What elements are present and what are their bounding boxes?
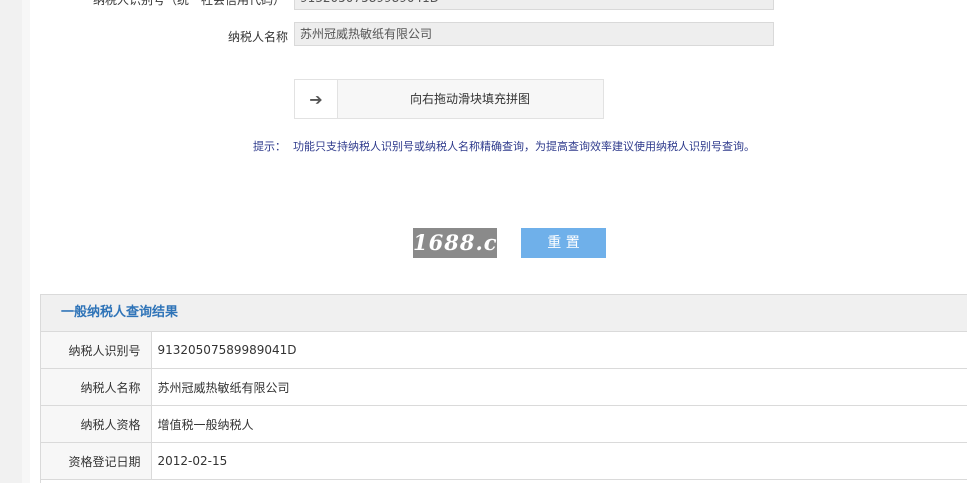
reset-button[interactable]: 重 置 (521, 228, 606, 258)
result-table: 纳税人识别号 91320507589989041D 纳税人名称 苏州冠威热敏纸有… (41, 332, 967, 480)
row-key: 资格登记日期 (41, 442, 152, 480)
row-key: 纳税人识别号 (41, 332, 152, 369)
arrow-right-icon: ➔ (309, 89, 323, 109)
taxpayer-name-input[interactable]: 苏州冠威热敏纸有限公司 (294, 22, 774, 46)
slider-handle[interactable]: ➔ (295, 80, 338, 118)
left-margin-shade (22, 0, 30, 483)
taxpayer-id-input[interactable]: 91320507589989041D (294, 0, 774, 10)
hint-label: 提示： (253, 140, 286, 153)
row-value: 增值税一般纳税人 (151, 405, 967, 443)
taxpayer-id-label: 纳税人识别号（统一社会信用代码） (92, 0, 285, 7)
row-value: 苏州冠威热敏纸有限公司 (151, 368, 967, 406)
row-key: 纳税人资格 (41, 405, 152, 443)
table-row: 纳税人名称 苏州冠威热敏纸有限公司 (41, 368, 967, 406)
row-key: 纳税人名称 (41, 368, 152, 406)
slider-instruction: 向右拖动滑块填充拼图 (409, 92, 530, 106)
watermark-logo: 1688.com (413, 228, 535, 258)
slider-captcha[interactable]: ➔ 向右拖动滑块填充拼图 (294, 79, 604, 119)
table-row: 资格登记日期 2012-02-15 (41, 442, 967, 480)
row-value: 91320507589989041D (151, 332, 967, 369)
result-title: 一般纳税人查询结果 (41, 295, 967, 332)
hint-text: 功能只支持纳税人识别号或纳税人名称精确查询，为提高查询效率建议使用纳税人识别号查… (293, 140, 755, 153)
result-panel: 一般纳税人查询结果 纳税人识别号 91320507589989041D 纳税人名… (40, 294, 967, 483)
taxpayer-name-label: 纳税人名称 (227, 30, 288, 44)
left-margin-strip (0, 0, 22, 483)
table-row: 纳税人资格 增值税一般纳税人 (41, 405, 967, 443)
row-value: 2012-02-15 (151, 442, 967, 480)
table-row: 纳税人识别号 91320507589989041D (41, 332, 967, 369)
